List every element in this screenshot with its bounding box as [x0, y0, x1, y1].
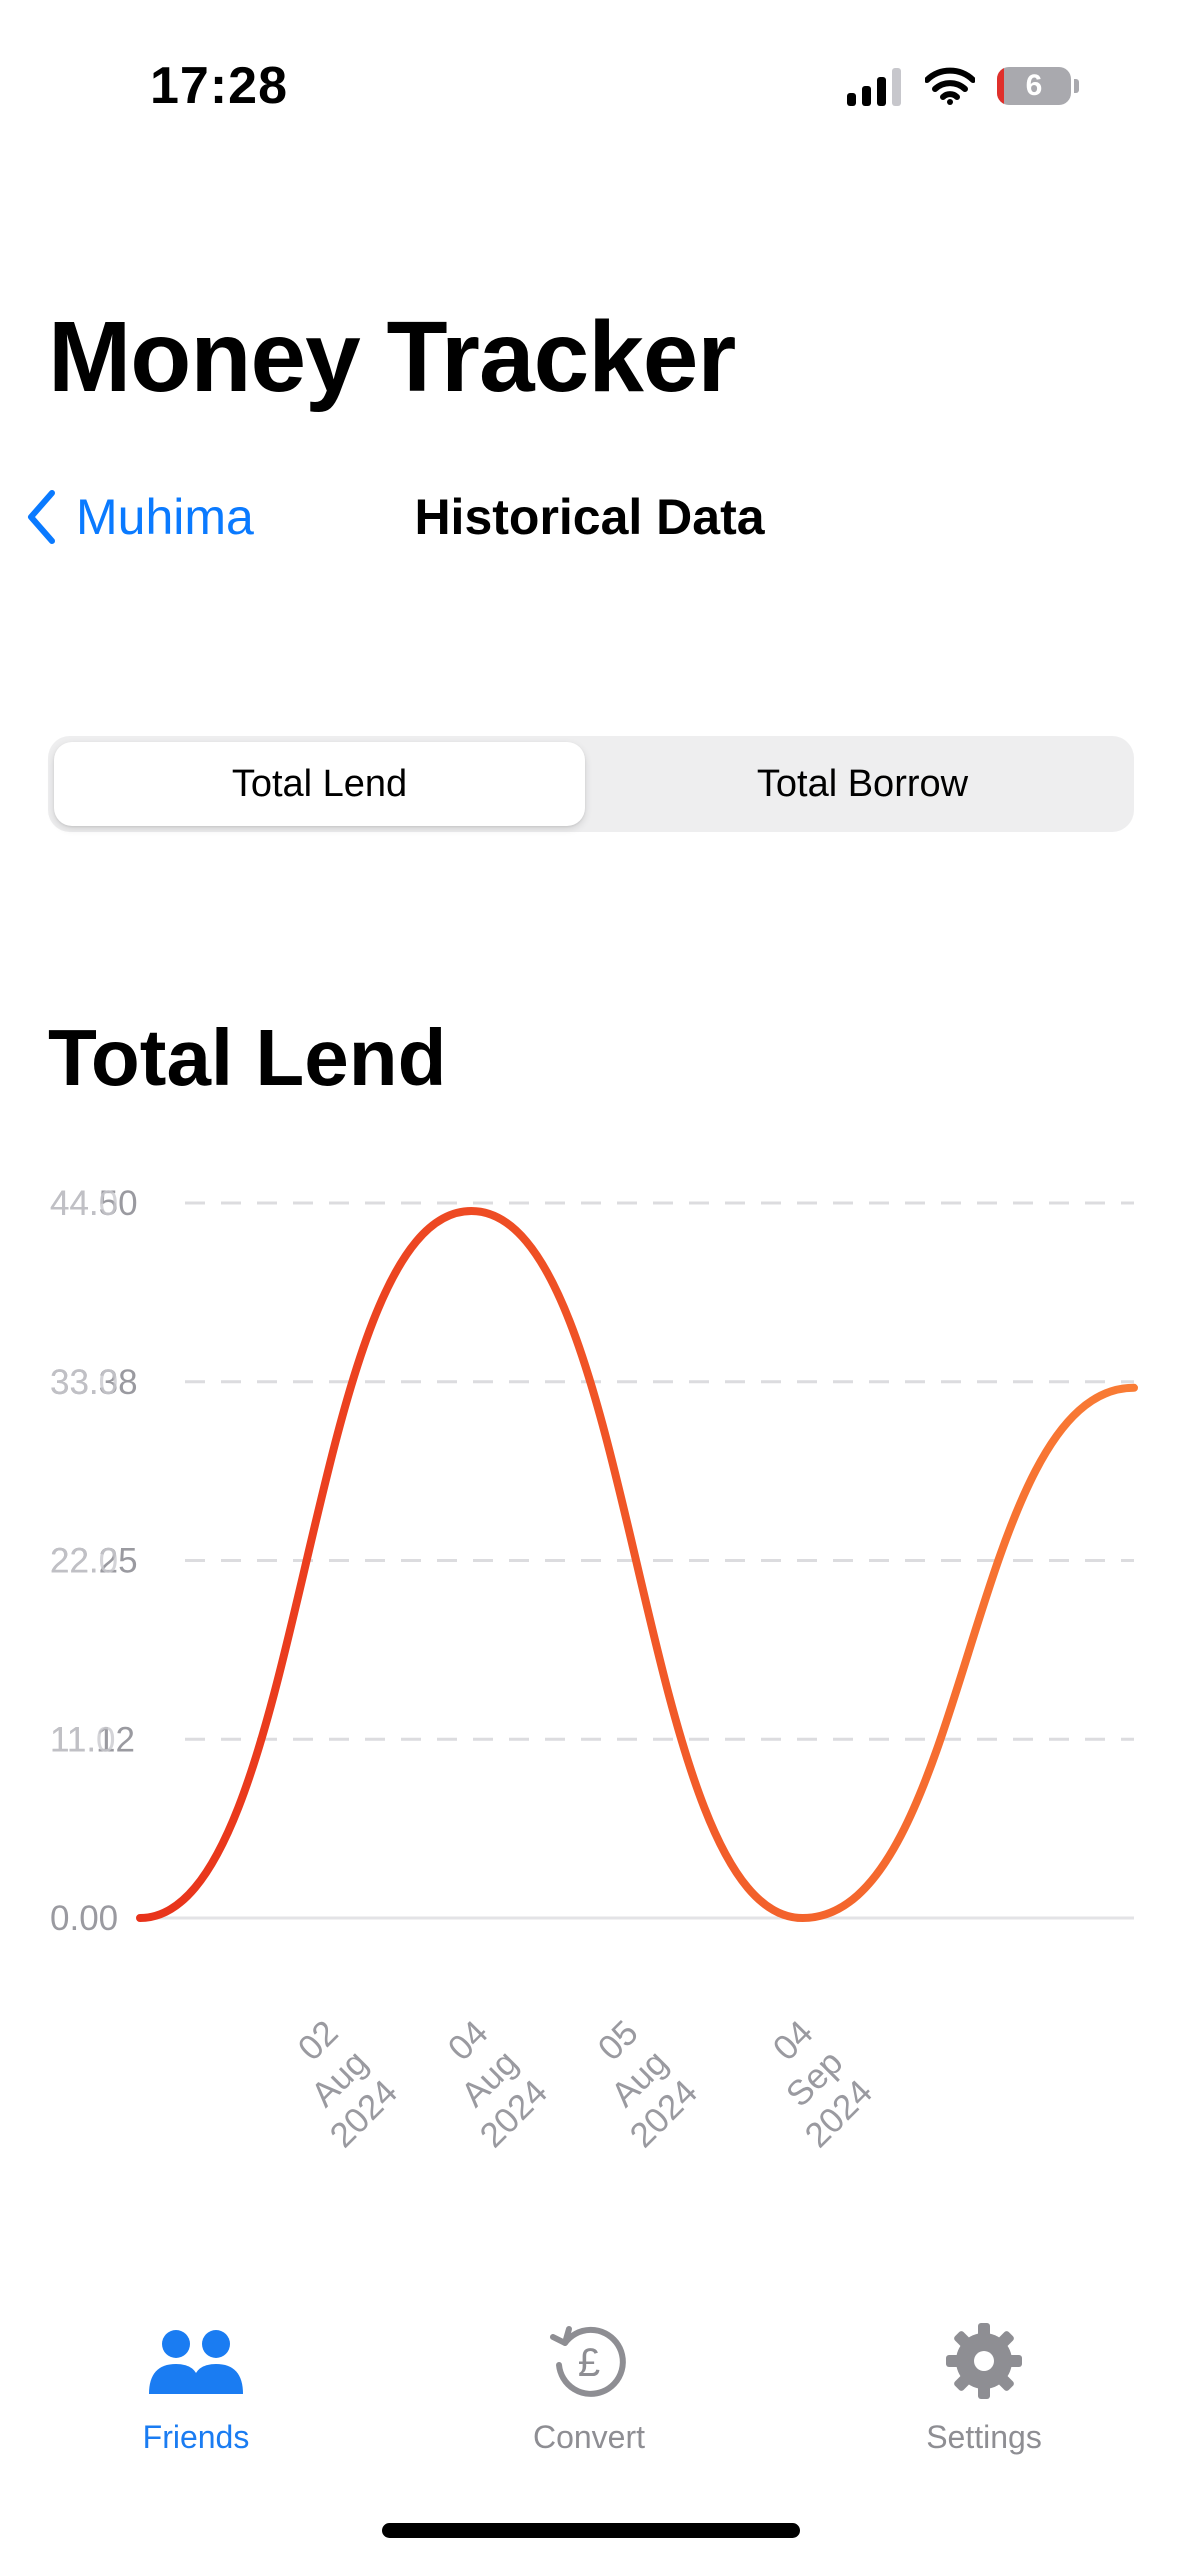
segment-total-borrow[interactable]: Total Borrow: [597, 742, 1128, 826]
y-tick-label: 22.25: [50, 1542, 138, 1581]
x-tick-label: 02Aug2024: [291, 2013, 406, 2155]
chart-title: Total Lend: [48, 1013, 447, 1102]
svg-text:05: 05: [591, 2013, 646, 2068]
svg-text:£: £: [578, 2341, 600, 2385]
svg-text:Sep: Sep: [779, 2043, 851, 2115]
battery-percentage: 6: [1025, 69, 1043, 102]
x-tick-label: 05Aug2024: [591, 2013, 706, 2155]
svg-text:2024: 2024: [797, 2072, 880, 2155]
y-tick-label-overlap: 11.0: [50, 1720, 116, 1759]
y-tick-label: 11.12: [50, 1720, 135, 1759]
y-tick-label: 0.00: [50, 1899, 118, 1938]
x-tick-label: 04Sep2024: [766, 2013, 881, 2155]
svg-text:2024: 2024: [322, 2072, 405, 2155]
svg-text:Aug: Aug: [604, 2043, 676, 2115]
tab-settings-label: Settings: [926, 2419, 1042, 2455]
svg-text:Aug: Aug: [304, 2043, 376, 2115]
home-indicator: [382, 2523, 800, 2538]
svg-text:2024: 2024: [472, 2072, 555, 2155]
nav-title: Historical Data: [414, 489, 765, 545]
y-tick-label: 33.38: [50, 1363, 138, 1402]
battery-icon: 6: [997, 67, 1071, 105]
wifi-icon: [925, 67, 975, 105]
tab-settings[interactable]: Settings: [854, 2315, 1114, 2475]
status-icons: 6: [847, 64, 1079, 108]
y-tick-label: 44.50: [50, 1184, 138, 1223]
tab-friends-label: Friends: [142, 2419, 250, 2455]
battery-cap: [1074, 79, 1079, 93]
svg-text:2024: 2024: [622, 2072, 705, 2155]
series-line: [136, 1207, 1138, 1923]
status-time: 17:28: [150, 57, 288, 115]
cellular-signal-icon: [847, 66, 901, 106]
x-tick-label: 04Aug2024: [441, 2013, 556, 2155]
tab-friends[interactable]: Friends: [66, 2315, 326, 2475]
svg-text:04: 04: [766, 2013, 821, 2068]
gear-icon: [946, 2323, 1022, 2399]
app-title: Money Tracker: [48, 301, 736, 413]
app-screen: 17:28 6 Money Tracker Muhima Historical …: [0, 0, 1179, 2556]
segment-total-lend[interactable]: Total Lend: [54, 742, 585, 826]
segmented-control: Total Lend Total Borrow: [48, 736, 1134, 832]
y-tick-label-overlap: 44.0: [50, 1184, 118, 1223]
svg-text:02: 02: [291, 2013, 346, 2068]
tab-convert-label: Convert: [532, 2419, 646, 2455]
currency-pound-arrow-icon: £: [550, 2326, 626, 2397]
y-tick-label-overlap: 22.0: [50, 1542, 118, 1581]
svg-text:Aug: Aug: [454, 2043, 526, 2115]
y-tick-label-overlap: 33.0: [50, 1363, 118, 1402]
svg-text:04: 04: [441, 2013, 496, 2068]
tab-convert[interactable]: £ Convert: [459, 2315, 719, 2475]
people-icon: [149, 2330, 243, 2394]
